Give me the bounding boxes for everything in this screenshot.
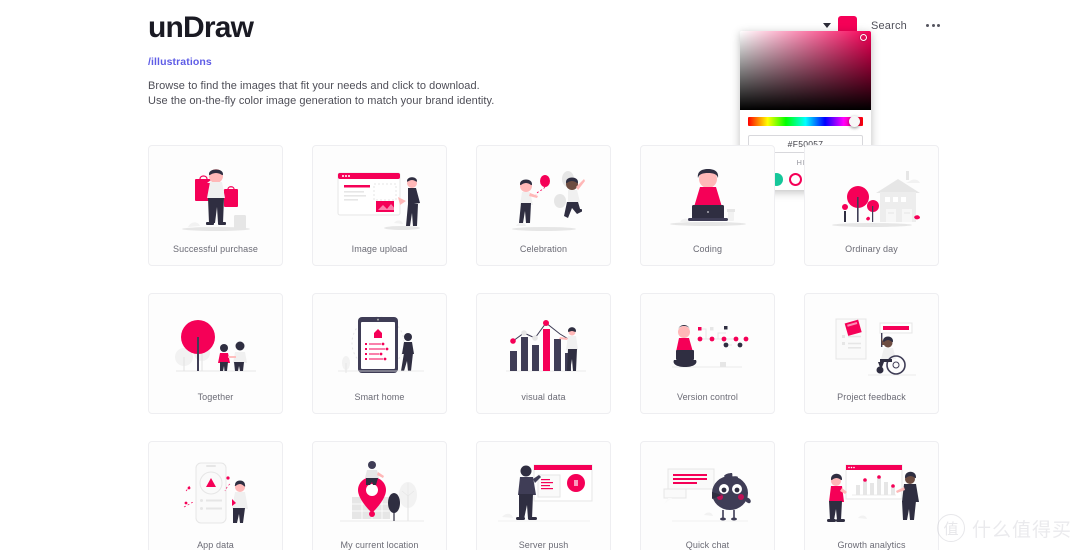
search-button[interactable]: Search <box>871 20 907 32</box>
watermark: 值 什么值得买 <box>936 514 1072 542</box>
illustration-card[interactable]: Celebration <box>476 145 611 266</box>
bird-illustration <box>641 442 774 540</box>
illustration-label: Ordinary day <box>845 244 898 254</box>
illustration-label: Celebration <box>519 244 568 254</box>
phone-illustration <box>149 442 282 540</box>
illustration-card[interactable]: Version control <box>640 293 775 414</box>
watermark-logo: 值 <box>936 514 965 542</box>
saturation-handle[interactable] <box>860 34 867 41</box>
illustration-label: My current location <box>340 540 419 550</box>
illustration-card[interactable]: visual data <box>476 293 611 414</box>
tablet-illustration <box>313 294 446 392</box>
shopping-illustration <box>149 146 282 244</box>
version-illustration <box>641 294 774 392</box>
illustration-card[interactable]: Image upload <box>312 145 447 266</box>
upload-illustration <box>313 146 446 244</box>
growth-illustration <box>805 442 938 540</box>
illustration-card[interactable]: Project feedback <box>804 293 939 414</box>
illustration-label: Smart home <box>354 392 405 402</box>
illustration-card[interactable]: Together <box>148 293 283 414</box>
illustration-label: Quick chat <box>685 540 730 550</box>
illustration-label: Coding <box>692 244 723 254</box>
illustration-label: Server push <box>518 540 569 550</box>
serverpush-illustration <box>477 442 610 540</box>
illustration-label: Successful purchase <box>173 244 258 254</box>
ellipsis-icon[interactable] <box>926 24 940 27</box>
illustration-card[interactable]: App data <box>148 441 283 550</box>
watermark-text: 什么值得买 <box>971 518 1072 541</box>
hue-gradient[interactable] <box>748 117 863 126</box>
location-illustration <box>313 442 446 540</box>
illustration-card[interactable]: Growth analytics <box>804 441 939 550</box>
illustration-label: App data <box>197 540 234 550</box>
undraw-page: unDraw /illustrations Browse to find the… <box>0 0 1080 550</box>
illustration-card[interactable]: My current location <box>312 441 447 550</box>
illustration-card[interactable]: Successful purchase <box>148 145 283 266</box>
hue-handle[interactable] <box>849 116 860 127</box>
illustration-label: Version control <box>676 392 739 402</box>
page-description: Browse to find the images that fit your … <box>148 80 495 107</box>
feedback-illustration <box>805 294 938 392</box>
illustration-label: Together <box>197 392 234 402</box>
celebration-illustration <box>477 146 610 244</box>
illustration-label: Project feedback <box>837 392 906 402</box>
illustration-card[interactable]: Coding <box>640 145 775 266</box>
illustration-card[interactable]: Smart home <box>312 293 447 414</box>
illustration-label: Growth analytics <box>837 540 906 550</box>
illustration-label: Image upload <box>351 244 408 254</box>
illustration-card[interactable]: Quick chat <box>640 441 775 550</box>
chevron-down-icon[interactable] <box>822 23 831 28</box>
illustration-label: visual data <box>521 392 566 402</box>
coding-illustration <box>641 146 774 244</box>
bars-illustration <box>477 294 610 392</box>
together-illustration <box>149 294 282 392</box>
hue-slider[interactable] <box>748 116 863 127</box>
illustration-card[interactable]: Ordinary day <box>804 145 939 266</box>
illustration-card[interactable]: Server push <box>476 441 611 550</box>
house-illustration <box>805 146 938 244</box>
illustration-grid: Successful purchase Image upload Celebra… <box>148 145 940 550</box>
saturation-gradient[interactable] <box>740 31 871 110</box>
